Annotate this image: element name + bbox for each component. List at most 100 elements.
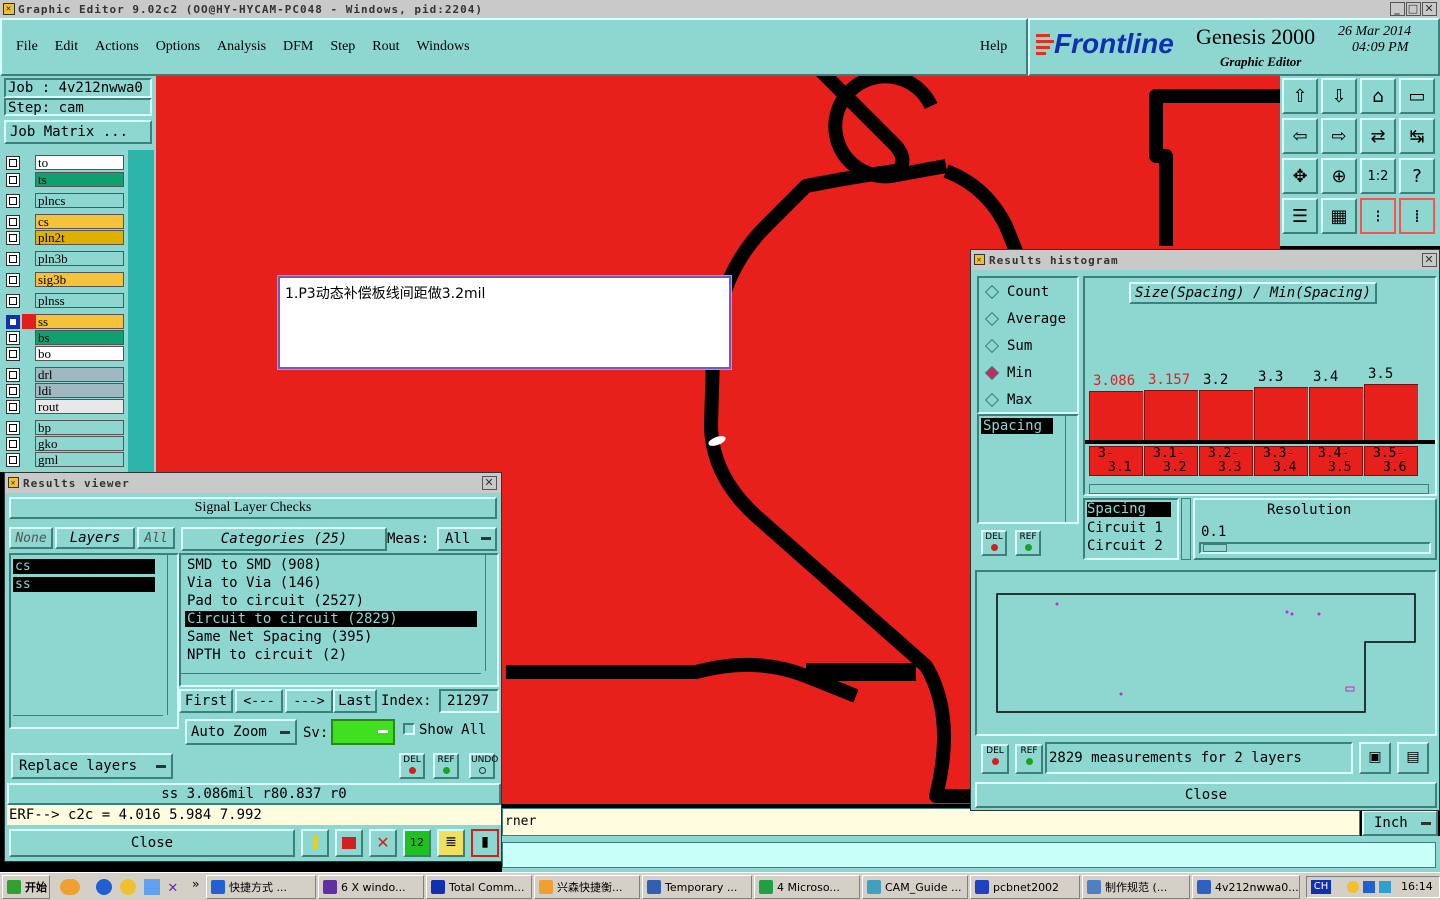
layer-row-gko[interactable]: gko (6, 436, 124, 451)
resolution-slider-handle[interactable] (1203, 544, 1227, 552)
mode-radio-min[interactable]: Min (979, 359, 1077, 386)
layer-checkbox[interactable] (6, 272, 20, 287)
bin-range-box[interactable]: 3- 3.1 (1089, 446, 1143, 476)
resolution-slider[interactable] (1199, 542, 1431, 554)
menu-rout[interactable]: Rout (372, 39, 399, 55)
pan-left-icon[interactable]: ⇦ (1282, 118, 1318, 154)
layer-name[interactable]: cs (35, 214, 124, 229)
mode-radio-average[interactable]: Average (979, 305, 1077, 332)
histogram-close-icon[interactable]: ✕ (1422, 253, 1437, 267)
results-close-button[interactable]: Close (9, 829, 295, 857)
histogram-bar[interactable] (1254, 387, 1308, 440)
language-indicator[interactable]: CH (1311, 880, 1331, 894)
layer-row-gml[interactable]: gml (6, 452, 124, 467)
download-icon[interactable]: ⇩ (1321, 78, 1357, 114)
erf-delete-icon[interactable]: ✕ (369, 829, 397, 857)
close-window-button[interactable]: ✕ (1422, 2, 1437, 16)
layer-name[interactable]: bp (35, 420, 124, 435)
taskbar-item[interactable]: 兴森快捷衡... (534, 875, 640, 899)
layer-list-hscroll[interactable] (13, 715, 163, 727)
layer-checkbox[interactable] (6, 293, 20, 308)
layer-checkbox[interactable] (6, 436, 20, 451)
zoom-fit-icon[interactable]: ✥ (1282, 158, 1318, 194)
ref-icon[interactable]: REF (433, 753, 459, 779)
chart-hscroll[interactable] (1089, 484, 1429, 494)
units-dropdown[interactable]: Inch (1362, 810, 1438, 836)
histogram-bar[interactable] (1364, 384, 1418, 440)
menu-actions[interactable]: Actions (95, 39, 139, 55)
taskbar-item[interactable]: 4v212nwwa0... (1192, 875, 1300, 899)
taskbar-item[interactable]: CAM_Guide ... (862, 875, 968, 899)
layer-result-item[interactable]: ss (13, 577, 155, 592)
home-icon[interactable]: ⌂ (1360, 78, 1396, 114)
menu-edit[interactable]: Edit (55, 39, 78, 55)
zoom-region-icon[interactable]: ▤ (1397, 742, 1429, 774)
layer-checkbox[interactable] (6, 420, 20, 435)
measure-b-icon[interactable]: ⁞ (1399, 198, 1435, 234)
category-item[interactable]: SMD to SMD (908) (185, 557, 477, 573)
histogram-bar[interactable] (1309, 387, 1363, 440)
layer-name[interactable]: pln3b (35, 251, 124, 266)
layer-row-rout[interactable]: rout (6, 399, 124, 414)
menu-dfm[interactable]: DFM (283, 39, 313, 55)
layer-row-pln3b[interactable]: pln3b (6, 251, 124, 266)
histogram-ref-icon[interactable]: REF (1015, 530, 1041, 556)
taskbar-item[interactable]: 4 Microso... (754, 875, 860, 899)
mail-icon[interactable] (144, 879, 160, 895)
mirror-icon[interactable]: ⇄ (1360, 118, 1396, 154)
next-button[interactable]: ---> (285, 689, 333, 713)
histogram-bar[interactable] (1144, 390, 1198, 440)
layer-row-sig3b[interactable]: sig3b (6, 272, 124, 287)
histogram-del-icon[interactable]: DEL (981, 530, 1007, 556)
layer-name[interactable]: pln2t (35, 230, 124, 245)
import-icon[interactable]: ⇧ (1282, 78, 1318, 114)
layer-name[interactable]: ldi (35, 383, 124, 398)
note-box[interactable]: 1.P3动态补偿板线间距做3.2mil (278, 276, 731, 369)
layer-row-cs[interactable]: cs (6, 214, 124, 229)
selection-item[interactable]: Circuit 1 (1087, 520, 1163, 536)
overview-del-icon[interactable]: DEL (981, 744, 1009, 774)
taskbar-item[interactable]: 快捷方式 ... (206, 875, 316, 899)
layer-checkbox[interactable] (6, 452, 20, 467)
browser-icon[interactable] (96, 879, 112, 895)
bin-range-box[interactable]: 3.1- 3.2 (1144, 446, 1198, 476)
selection-scroll[interactable] (1181, 498, 1191, 560)
layers-none-button[interactable]: None (9, 527, 53, 549)
layer-checkbox[interactable] (6, 251, 20, 266)
layer-checkbox[interactable] (6, 367, 20, 382)
layer-name[interactable]: plnss (35, 293, 124, 308)
taskbar-item[interactable]: 6 X windo... (318, 875, 424, 899)
selection-item[interactable]: Spacing (1087, 502, 1171, 517)
layer-name[interactable]: plncs (35, 193, 124, 208)
layer-row-bs[interactable]: bs (6, 330, 124, 345)
bin-range-box[interactable]: 3.5- 3.6 (1364, 446, 1418, 476)
menu-options[interactable]: Options (156, 39, 200, 55)
replace-layers-dropdown[interactable]: Replace layers (11, 753, 173, 779)
selection-item[interactable]: Circuit 2 (1087, 538, 1163, 554)
overview-ref-icon[interactable]: REF (1015, 744, 1043, 774)
layer-checkbox[interactable] (6, 399, 20, 414)
screen-icon[interactable] (335, 829, 363, 857)
selection-list[interactable]: Spacing Circuit 1 Circuit 2 (1083, 498, 1179, 560)
more-chevron-icon[interactable]: » (192, 877, 199, 891)
layer-checkbox[interactable] (6, 172, 20, 187)
menu-help[interactable]: Help (980, 39, 1007, 55)
minimize-button[interactable]: _ (1390, 2, 1405, 16)
layer-name[interactable]: gko (35, 436, 124, 451)
quicklaunch-icon[interactable] (60, 879, 80, 895)
zoom-select-icon[interactable]: ▣ (1359, 742, 1391, 774)
show-all-checkbox[interactable] (403, 723, 415, 735)
layer-checkbox[interactable] (6, 155, 20, 170)
layers-all-button[interactable]: All (137, 527, 175, 549)
auto-zoom-dropdown[interactable]: Auto Zoom (185, 719, 297, 745)
category-item[interactable]: NPTH to circuit (2) (185, 647, 477, 663)
layer-name[interactable]: gml (35, 452, 124, 467)
categories-hscroll[interactable] (181, 673, 481, 685)
taskbar-item[interactable]: 制作规范 (... (1082, 875, 1190, 899)
first-button[interactable]: First (179, 689, 233, 713)
menu-windows[interactable]: Windows (417, 39, 470, 55)
layer-checkbox[interactable] (6, 193, 20, 208)
notes-icon[interactable]: ≣ (437, 829, 465, 857)
layer-row-pln2t[interactable]: pln2t (6, 230, 124, 245)
histogram-icon[interactable]: ▮ (471, 829, 499, 857)
